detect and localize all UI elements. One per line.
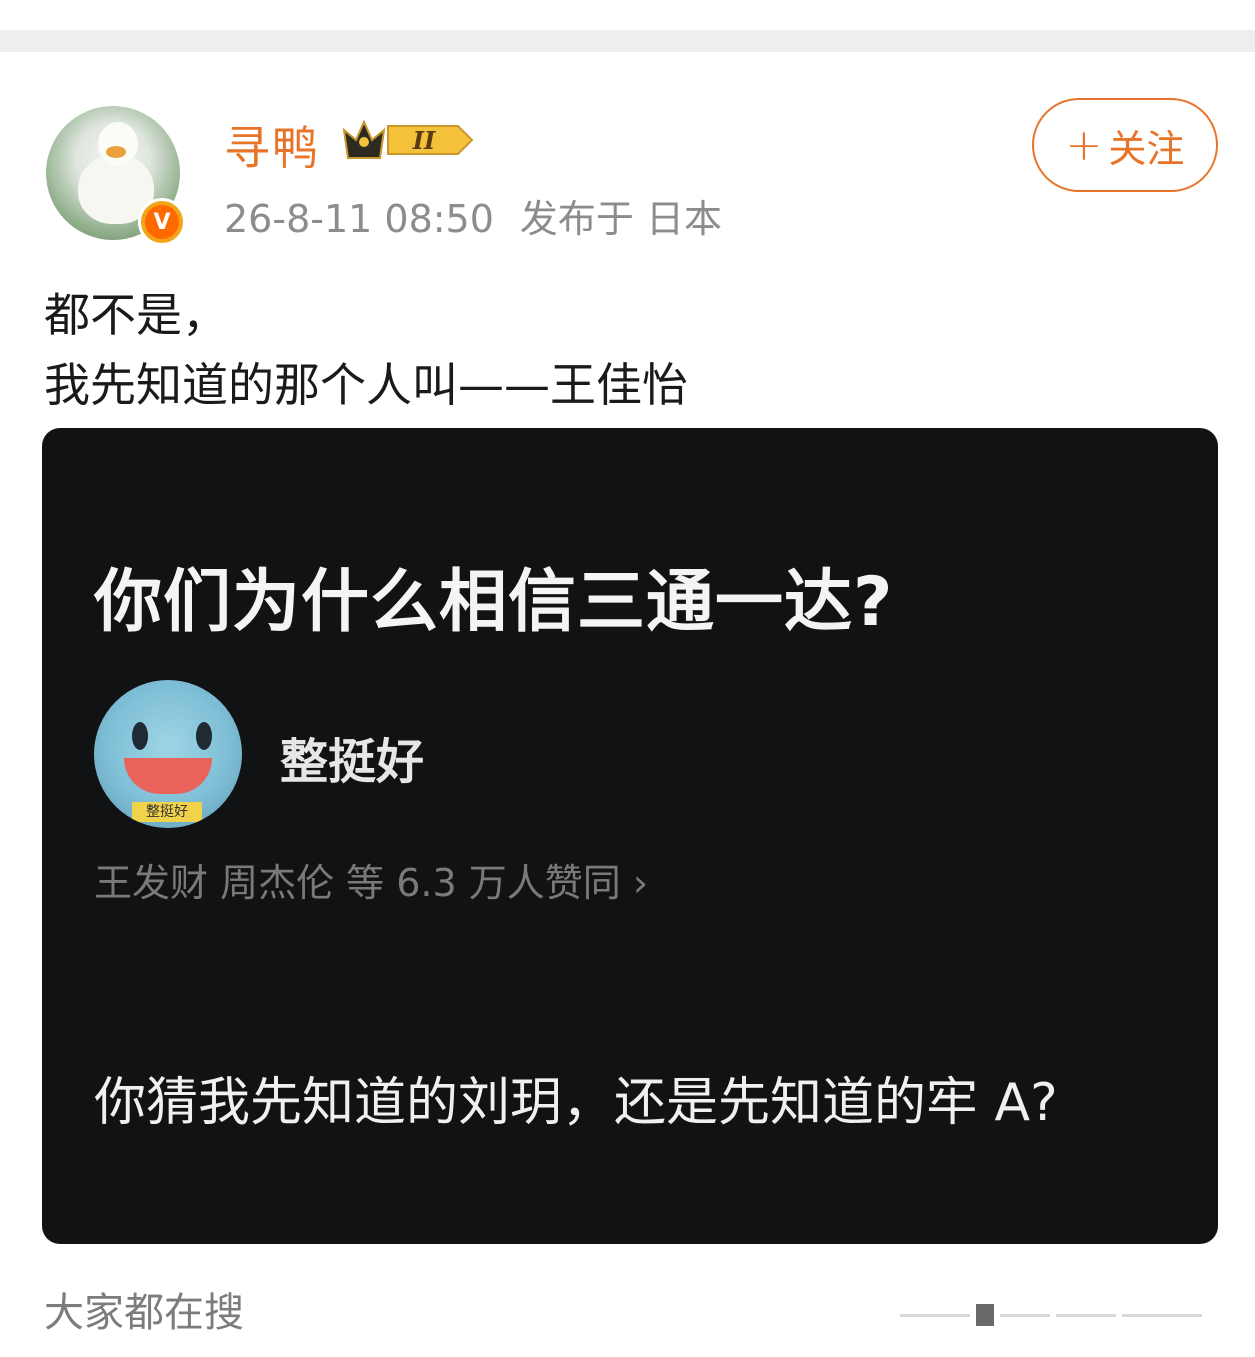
post-location: 发布于 日本 <box>519 197 722 241</box>
post-timestamp: 26-8-11 08:50 <box>224 197 494 241</box>
top-gap <box>0 0 1255 30</box>
image-answer-text: 你猜我先知道的刘玥，还是先知道的牢 A? <box>94 1073 1058 1133</box>
image-likes-text: 王发财 周杰伦 等 6.3 万人赞同 › <box>94 861 649 905</box>
avatar-mouth <box>124 758 212 794</box>
follow-label: 关注 <box>1108 126 1185 171</box>
post-line: 我先知道的那个人叫——王佳怡 <box>44 358 688 412</box>
crown-rank-icon: II <box>342 119 474 159</box>
avatar-tag: 整挺好 <box>132 802 202 822</box>
verified-mark: V <box>145 205 179 239</box>
follow-button[interactable]: + 关注 <box>1032 98 1218 192</box>
trending-search-heading: 大家都在搜 <box>44 1290 244 1336</box>
section-divider <box>0 30 1255 52</box>
post-line: 都不是， <box>44 288 228 342</box>
image-author-avatar: 整挺好 <box>94 680 242 828</box>
post-meta: 26-8-11 08:50 发布于 日本 <box>224 188 722 243</box>
avatar-eye-left <box>132 722 148 750</box>
username[interactable]: 寻鸭 <box>224 112 320 178</box>
rank-level: II <box>412 126 436 155</box>
image-author-name: 整挺好 <box>280 734 425 790</box>
search-preview-strip <box>900 1300 1230 1330</box>
avatar-eye-right <box>196 722 212 750</box>
verified-badge-icon: V <box>138 198 186 246</box>
plus-icon: + <box>1065 119 1103 171</box>
avatar-duck-head <box>98 122 138 166</box>
post-body: 都不是， 我先知道的那个人叫——王佳怡 <box>44 280 1214 420</box>
avatar-duck-beak <box>106 146 126 158</box>
post-image[interactable]: 你们为什么相信三通一达? 整挺好 整挺好 王发财 周杰伦 等 6.3 万人赞同 … <box>42 428 1218 1244</box>
image-question-title: 你们为什么相信三通一达? <box>94 563 894 642</box>
